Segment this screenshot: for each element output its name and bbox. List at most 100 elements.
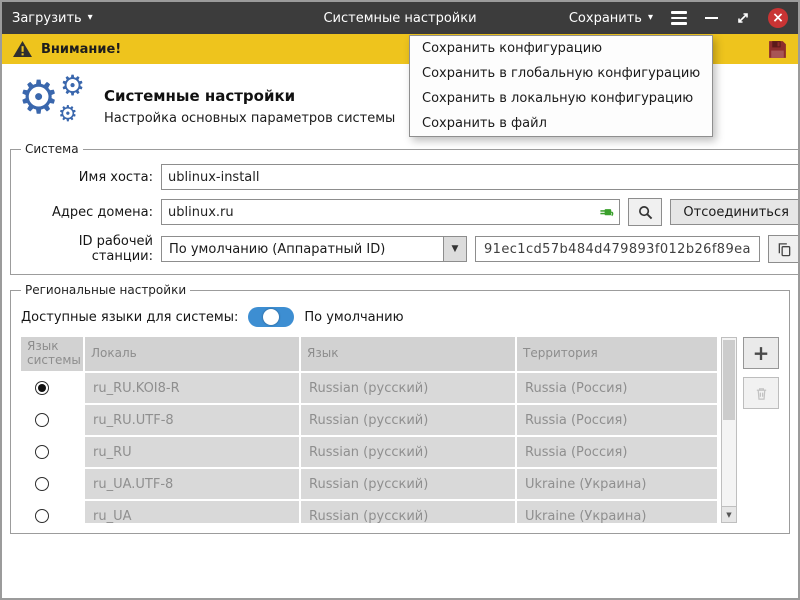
cell-locale: ru_RU.KOI8-R <box>85 373 299 403</box>
cell-territory: Russia (Россия) <box>517 373 717 403</box>
domain-row: Адрес домена: <box>21 198 800 226</box>
radio-button[interactable] <box>35 477 49 491</box>
row-select-cell[interactable] <box>21 437 83 467</box>
hostname-row: Имя хоста: <box>21 164 800 190</box>
save-menu-item[interactable]: Сохранить конфигурацию <box>410 36 712 61</box>
disconnect-button[interactable]: Отсоединиться <box>670 199 800 225</box>
cell-locale: ru_RU.UTF-8 <box>85 405 299 435</box>
add-locale-button[interactable]: + <box>743 337 779 369</box>
minimize-button[interactable] <box>705 10 718 26</box>
row-select-cell[interactable] <box>21 373 83 403</box>
station-id-row: ID рабочей станции: По умолчанию (Аппара… <box>21 234 800 264</box>
system-legend: Система <box>21 142 83 156</box>
chevron-down-icon: ▾ <box>88 13 93 23</box>
chevron-down-icon: ▾ <box>648 13 653 23</box>
hamburger-menu-icon[interactable] <box>671 11 687 25</box>
load-menu-button[interactable]: Загрузить ▾ <box>12 11 93 26</box>
column-header[interactable]: Язык <box>301 337 515 371</box>
cell-territory: Ukraine (Украина) <box>517 501 717 523</box>
domain-input[interactable] <box>161 199 620 225</box>
cell-territory: Ukraine (Украина) <box>517 469 717 499</box>
system-fieldset: Система Имя хоста: Адрес домена: <box>10 142 800 275</box>
cell-language: Russian (русский) <box>301 437 515 467</box>
table-row[interactable]: ru_UARussian (русский)Ukraine (Украина) <box>21 501 721 523</box>
station-id-label: ID рабочей станции: <box>21 234 153 264</box>
titlebar: Загрузить ▾ Системные настройки Сохранит… <box>2 2 798 34</box>
page-subtitle: Настройка основных параметров системы <box>104 111 395 126</box>
column-header[interactable]: Территория <box>517 337 717 371</box>
save-menu-item[interactable]: Сохранить в глобальную конфигурацию <box>410 61 712 86</box>
station-id-value[interactable]: 91ec1cd57b484d479893f012b26f89ea <box>475 236 760 262</box>
radio-button[interactable] <box>35 381 49 395</box>
column-header[interactable]: Язык системы <box>21 337 83 371</box>
cell-territory: Russia (Россия) <box>517 405 717 435</box>
row-select-cell[interactable] <box>21 501 83 523</box>
search-icon <box>638 205 653 220</box>
locale-table-body: ru_RU.KOI8-RRussian (русский)Russia (Рос… <box>21 373 721 523</box>
gear-icon: ⚙ <box>58 104 78 126</box>
table-row[interactable]: ru_RU.UTF-8Russian (русский)Russia (Росс… <box>21 405 721 435</box>
close-icon: × <box>772 11 784 25</box>
delete-locale-button[interactable] <box>743 377 779 409</box>
radio-button[interactable] <box>35 509 49 523</box>
table-scrollbar[interactable]: ▼ <box>721 337 737 523</box>
cell-language: Russian (русский) <box>301 373 515 403</box>
cell-language: Russian (русский) <box>301 501 515 523</box>
expand-icon <box>736 11 750 25</box>
close-button[interactable]: × <box>768 8 788 28</box>
hostname-label: Имя хоста: <box>21 170 153 185</box>
copy-id-button[interactable] <box>768 235 800 263</box>
regional-fieldset: Региональные настройки Доступные языки д… <box>10 283 790 534</box>
gears-app-icon: ⚙ ⚙ ⚙ <box>12 78 104 134</box>
table-row[interactable]: ru_UA.UTF-8Russian (русский)Ukraine (Укр… <box>21 469 721 499</box>
warning-icon <box>12 40 33 58</box>
station-id-selected-option: По умолчанию (Аппаратный ID) <box>162 242 443 257</box>
regional-legend: Региональные настройки <box>21 283 190 297</box>
app-window: Загрузить ▾ Системные настройки Сохранит… <box>0 0 800 600</box>
table-actions: + <box>743 337 779 409</box>
cell-territory: Russia (Россия) <box>517 437 717 467</box>
locales-table-zone: Язык системыЛокальЯзыкТерритория ru_RU.K… <box>21 337 779 523</box>
column-header[interactable]: Локаль <box>85 337 299 371</box>
table-row[interactable]: ru_RURussian (русский)Russia (Россия) <box>21 437 721 467</box>
scroll-down-button[interactable]: ▼ <box>722 506 736 522</box>
page-title: Системные настройки <box>104 87 395 105</box>
scroll-down-icon: ▼ <box>726 511 731 519</box>
save-menu-item[interactable]: Сохранить в файл <box>410 111 712 136</box>
cell-language: Russian (русский) <box>301 405 515 435</box>
toggle-knob <box>263 309 279 325</box>
load-menu-label: Загрузить <box>12 11 82 26</box>
row-select-cell[interactable] <box>21 405 83 435</box>
search-domain-button[interactable] <box>628 198 662 226</box>
scrollbar-thumb[interactable] <box>723 340 735 420</box>
cell-locale: ru_RU <box>85 437 299 467</box>
available-languages-row: Доступные языки для системы: По умолчани… <box>21 307 779 327</box>
copy-icon <box>777 242 792 257</box>
connected-plug-icon <box>599 204 614 223</box>
warning-label: Внимание! <box>41 42 121 57</box>
cell-language: Russian (русский) <box>301 469 515 499</box>
save-menu-button[interactable]: Сохранить ▾ <box>569 11 653 26</box>
maximize-button[interactable] <box>736 11 750 25</box>
save-menu-label: Сохранить <box>569 11 642 26</box>
cell-locale: ru_UA.UTF-8 <box>85 469 299 499</box>
save-menu-item[interactable]: Сохранить в локальную конфигурацию <box>410 86 712 111</box>
languages-toggle[interactable] <box>248 307 294 327</box>
domain-label: Адрес домена: <box>21 205 153 220</box>
row-select-cell[interactable] <box>21 469 83 499</box>
table-row[interactable]: ru_RU.KOI8-RRussian (русский)Russia (Рос… <box>21 373 721 403</box>
minimize-icon <box>705 17 718 20</box>
station-id-select[interactable]: По умолчанию (Аппаратный ID) ▼ <box>161 236 467 262</box>
radio-button[interactable] <box>35 445 49 459</box>
cell-locale: ru_UA <box>85 501 299 523</box>
save-config-button[interactable] <box>767 39 788 60</box>
locale-table-header: Язык системыЛокальЯзыкТерритория <box>21 337 721 371</box>
toggle-default-label: По умолчанию <box>304 310 403 325</box>
locales-table: Язык системыЛокальЯзыкТерритория ru_RU.K… <box>21 337 737 523</box>
available-languages-label: Доступные языки для системы: <box>21 310 238 325</box>
gear-icon: ⚙ <box>18 74 59 120</box>
gear-icon: ⚙ <box>60 72 85 100</box>
hostname-input[interactable] <box>161 164 800 190</box>
radio-button[interactable] <box>35 413 49 427</box>
save-menu: Сохранить конфигурациюСохранить в глобал… <box>409 35 713 137</box>
